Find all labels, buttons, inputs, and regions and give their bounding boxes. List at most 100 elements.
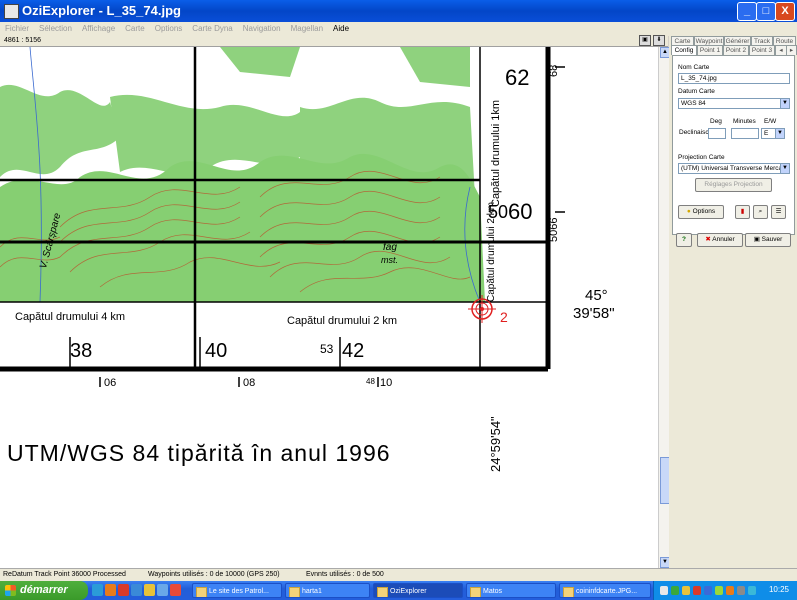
label-capatul-2km: Capătul drumului 2 km: [287, 315, 398, 327]
menu-bar: Fichier Sélection Affichage Carte Options Car…: [0, 22, 797, 36]
menu-carte-dyna[interactable]: Carte Dyna: [187, 22, 237, 36]
menu-aide[interactable]: Aide: [328, 22, 354, 36]
minimize-button[interactable]: _: [737, 2, 757, 21]
menu-carte[interactable]: Carte: [120, 22, 150, 36]
label-capatul-1km: Capătul drumului 1km: [490, 100, 502, 207]
ew-label: E/W: [764, 118, 777, 125]
options-button[interactable]: ● Options: [678, 205, 724, 219]
chevron-down-icon[interactable]: ▼: [780, 164, 789, 173]
chevron-down-icon[interactable]: ▼: [780, 99, 789, 108]
system-tray: 10:25: [653, 581, 797, 600]
projection-select[interactable]: (UTM) Universal Transverse Mercator ▼: [678, 163, 790, 174]
menu-selection[interactable]: Sélection: [34, 22, 77, 36]
reglages-projection-button[interactable]: Réglages Projection: [695, 178, 772, 192]
tray-icon[interactable]: [693, 586, 701, 595]
datum-label: Datum Carte: [678, 88, 715, 95]
menu-fichier[interactable]: Fichier: [0, 22, 34, 36]
volume-icon[interactable]: [660, 586, 668, 595]
sauver-label: Sauver: [761, 236, 783, 243]
longitude-label: 24°59'54": [488, 416, 503, 472]
title-bar: OziExplorer - L_35_74.jpg _ □ X: [0, 0, 797, 22]
task-coininfdcarte[interactable]: coininfdcarte.JPG...: [559, 583, 651, 598]
help-button[interactable]: ?: [676, 233, 692, 247]
folder-icon[interactable]: [144, 584, 155, 596]
tray-icon[interactable]: [748, 586, 756, 595]
task-matos[interactable]: Matos: [466, 583, 556, 598]
sauver-button[interactable]: ▣ Sauver: [745, 233, 791, 247]
tab-row-top: Carte Waypoint Générer Track Route: [671, 36, 796, 46]
coordinate-strip: 4861 : 5156 ▣ ⬇: [0, 35, 668, 47]
reglages-label: Réglages Projection: [704, 181, 763, 188]
label-fag: fag: [383, 242, 397, 253]
nom-carte-label: Nom Carte: [678, 64, 710, 71]
map-image: [0, 47, 565, 387]
tray-icon[interactable]: [726, 586, 734, 595]
magnifier-icon-button[interactable]: ⌕: [753, 205, 768, 219]
browser-icon: [196, 587, 207, 597]
ie-icon[interactable]: [131, 584, 142, 596]
desktop-icon[interactable]: [92, 584, 103, 596]
ew-value: E: [764, 130, 769, 137]
tray-icon[interactable]: [704, 586, 712, 595]
label-mst: mst.: [381, 255, 398, 265]
messenger-icon[interactable]: [157, 584, 168, 596]
calibration-point-label: 2: [500, 309, 508, 325]
status-bar: ReDatum Track Point 36000 Processed Wayp…: [0, 568, 797, 582]
menu-affichage[interactable]: Affichage: [77, 22, 120, 36]
menu-navigation[interactable]: Navigation: [238, 22, 286, 36]
grid-number-62: 62: [505, 65, 530, 90]
latitude-degrees: 45°: [585, 287, 608, 304]
task-oziexplorer[interactable]: OziExplorer: [373, 583, 463, 598]
window-title: OziExplorer - L_35_74.jpg: [22, 3, 181, 18]
close-button[interactable]: X: [775, 2, 795, 21]
tray-icon[interactable]: [737, 586, 745, 595]
status-waypoints: Waypoints utilisés : 0 de 10000 (GPS 250…: [148, 571, 280, 578]
media-icon[interactable]: [170, 584, 181, 596]
nom-carte-field[interactable]: L_35_74.jpg: [678, 73, 790, 84]
declinaison-label: Declinaisc: [679, 129, 709, 136]
tab-point-3[interactable]: Point 3: [749, 45, 775, 55]
tray-icon[interactable]: [715, 586, 723, 595]
projection-value: (UTM) Universal Transverse Mercator: [681, 165, 790, 172]
windows-flag-icon: [5, 585, 16, 596]
tab-point-1[interactable]: Point 1: [697, 45, 723, 55]
label-capatul-2km-vertical: Capătul drumului 2 km: [486, 201, 497, 302]
datum-select[interactable]: WGS 84 ▼: [678, 98, 790, 109]
minutes-label: Minutes: [733, 118, 756, 125]
task-label: Matos: [483, 588, 503, 595]
task-label: OziExplorer: [390, 588, 427, 595]
map-view-icon[interactable]: ▣: [639, 35, 651, 46]
tab-point-2[interactable]: Point 2: [723, 45, 749, 55]
tab-config[interactable]: Config: [671, 45, 697, 55]
declinaison-deg-field[interactable]: [708, 128, 726, 139]
chevron-down-icon[interactable]: ▼: [775, 129, 784, 138]
options-label: Options: [692, 208, 716, 215]
menu-options[interactable]: Options: [150, 22, 188, 36]
firefox-icon[interactable]: [105, 584, 116, 596]
windows-taskbar: démarrer Le site des Patrol... harta1 Oz…: [0, 581, 797, 600]
network-icon[interactable]: [671, 586, 679, 595]
start-button[interactable]: démarrer: [0, 581, 88, 600]
declinaison-ew-select[interactable]: E ▼: [761, 128, 785, 139]
task-le-site-des-patrol[interactable]: Le site des Patrol...: [192, 583, 282, 598]
save-icon[interactable]: ⬇: [653, 35, 665, 46]
latitude-minutes: 39'58": [573, 305, 615, 322]
menu-magellan[interactable]: Magellan: [286, 22, 328, 36]
tab-scroll-right[interactable]: ▸: [786, 45, 797, 55]
map-caption: UTM/WGS 84 tipărită în anul 1996: [7, 440, 391, 466]
grid-number-68: 68: [548, 64, 560, 77]
opera-icon[interactable]: [118, 584, 129, 596]
properties-icon-button[interactable]: ☰: [771, 205, 786, 219]
map-canvas[interactable]: 62 68 50 60 5066 Capătul drumului 1km Ca…: [0, 47, 658, 568]
grid-number-60: 60: [508, 199, 533, 224]
declinaison-minutes-field[interactable]: [731, 128, 759, 139]
maximize-button[interactable]: □: [756, 2, 776, 21]
grid-number-5066: 5066: [548, 217, 560, 242]
cancel-x-icon: ✖: [705, 236, 711, 243]
forest-area: [0, 84, 120, 177]
grid-number-40: 40: [205, 340, 228, 362]
annuler-button[interactable]: ✖ Annuler: [697, 233, 743, 247]
tray-icon[interactable]: [682, 586, 690, 595]
task-harta1[interactable]: harta1: [285, 583, 370, 598]
red-flag-icon-button[interactable]: ▮: [735, 205, 750, 219]
